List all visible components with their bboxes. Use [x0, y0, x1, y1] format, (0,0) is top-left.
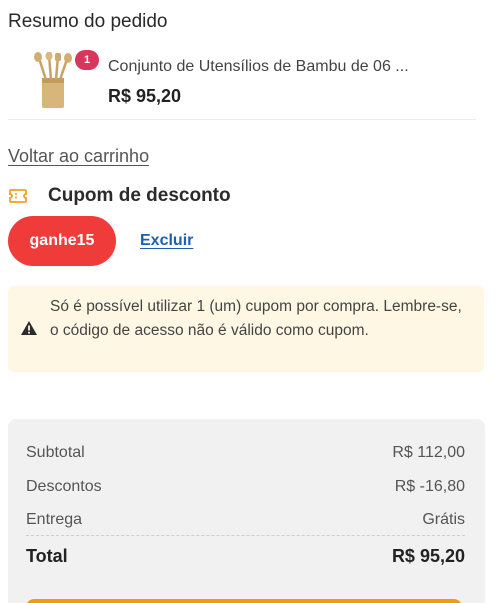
applied-coupon-chip[interactable]: ganhe15 — [8, 216, 116, 266]
product-price: R$ 95,20 — [108, 86, 182, 106]
back-to-cart-link[interactable]: Voltar ao carrinho — [8, 146, 149, 167]
totals-panel: Subtotal R$ 112,00 Descontos R$ -16,80 E… — [8, 419, 485, 603]
shipping-label: Entrega — [26, 511, 83, 528]
subtotal-label: Subtotal — [26, 444, 85, 461]
coupon-title: Cupom de desconto — [48, 185, 231, 206]
warning-icon — [21, 321, 37, 335]
coupon-header: Cupom de desconto — [8, 183, 231, 209]
coupon-notice: Só é possível utilizar 1 (um) cupom por … — [8, 286, 484, 372]
product-name: Conjunto de Utensílios de Bambu de 06 ..… — [108, 58, 409, 75]
quantity-badge: 1 — [75, 50, 99, 70]
discount-row: Descontos R$ -16,80 — [26, 478, 465, 496]
total-label: Total — [26, 546, 68, 566]
subtotal-value: R$ 112,00 — [392, 444, 465, 461]
total-value: R$ 95,20 — [391, 546, 465, 566]
order-item: 1 Conjunto de Utensílios de Bambu de 06 … — [8, 46, 476, 120]
shipping-value: Grátis — [422, 511, 465, 528]
remove-coupon-link[interactable]: Excluir — [140, 232, 193, 250]
shipping-row: Entrega Grátis — [26, 511, 465, 536]
discount-value: R$ -16,80 — [394, 478, 465, 495]
discount-label: Descontos — [26, 478, 102, 495]
product-thumbnail — [30, 52, 76, 110]
ticket-icon — [9, 189, 27, 203]
subtotal-row: Subtotal R$ 112,00 — [26, 444, 465, 462]
order-summary-title: Resumo do pedido — [8, 11, 168, 32]
total-row: Total R$ 95,20 — [26, 546, 465, 567]
notice-text: Só é possível utilizar 1 (um) cupom por … — [50, 298, 462, 339]
checkout-button[interactable] — [26, 599, 462, 603]
